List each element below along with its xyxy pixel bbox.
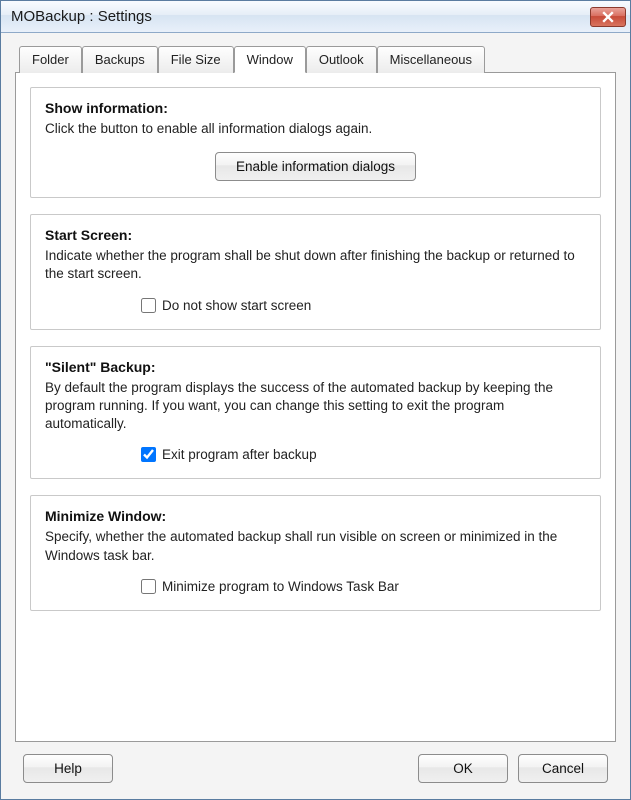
close-icon [602, 11, 614, 23]
tab-filesize[interactable]: File Size [158, 46, 234, 73]
group-title-show-information: Show information: [45, 100, 586, 116]
dialog-footer: Help OK Cancel [15, 742, 616, 787]
group-minimize-window: Minimize Window: Specify, whether the au… [30, 495, 601, 610]
checkbox-row-silent-backup[interactable]: Exit program after backup [141, 447, 317, 462]
group-desc-start-screen: Indicate whether the program shall be sh… [45, 247, 586, 283]
group-show-information: Show information: Click the button to en… [30, 87, 601, 198]
checkbox-label-start-screen: Do not show start screen [162, 298, 311, 313]
tab-folder[interactable]: Folder [19, 46, 82, 73]
titlebar: MOBackup : Settings [1, 1, 630, 33]
checkbox-minimize-to-taskbar[interactable] [141, 579, 156, 594]
settings-window: MOBackup : Settings Folder Backups File … [0, 0, 631, 800]
tab-outlook[interactable]: Outlook [306, 46, 377, 73]
tab-miscellaneous[interactable]: Miscellaneous [377, 46, 485, 73]
tabpanel-window: Show information: Click the button to en… [15, 72, 616, 742]
group-desc-silent-backup: By default the program displays the succ… [45, 379, 586, 434]
close-button[interactable] [590, 7, 626, 27]
group-title-silent-backup: "Silent" Backup: [45, 359, 586, 375]
group-title-start-screen: Start Screen: [45, 227, 586, 243]
checkbox-label-minimize: Minimize program to Windows Task Bar [162, 579, 399, 594]
group-desc-show-information: Click the button to enable all informati… [45, 120, 586, 138]
help-button[interactable]: Help [23, 754, 113, 783]
checkbox-exit-program-after-backup[interactable] [141, 447, 156, 462]
checkbox-label-silent-backup: Exit program after backup [162, 447, 317, 462]
group-title-minimize-window: Minimize Window: [45, 508, 586, 524]
ok-button[interactable]: OK [418, 754, 508, 783]
tab-window[interactable]: Window [234, 46, 306, 73]
checkbox-row-start-screen[interactable]: Do not show start screen [141, 298, 311, 313]
cancel-button[interactable]: Cancel [518, 754, 608, 783]
checkbox-row-minimize[interactable]: Minimize program to Windows Task Bar [141, 579, 399, 594]
group-start-screen: Start Screen: Indicate whether the progr… [30, 214, 601, 329]
window-title: MOBackup : Settings [11, 8, 590, 25]
checkbox-do-not-show-start-screen[interactable] [141, 298, 156, 313]
tabstrip: Folder Backups File Size Window Outlook … [15, 45, 616, 72]
group-desc-minimize-window: Specify, whether the automated backup sh… [45, 528, 586, 564]
enable-information-dialogs-button[interactable]: Enable information dialogs [215, 152, 416, 181]
tab-backups[interactable]: Backups [82, 46, 158, 73]
group-silent-backup: "Silent" Backup: By default the program … [30, 346, 601, 480]
client-area: Folder Backups File Size Window Outlook … [1, 33, 630, 799]
